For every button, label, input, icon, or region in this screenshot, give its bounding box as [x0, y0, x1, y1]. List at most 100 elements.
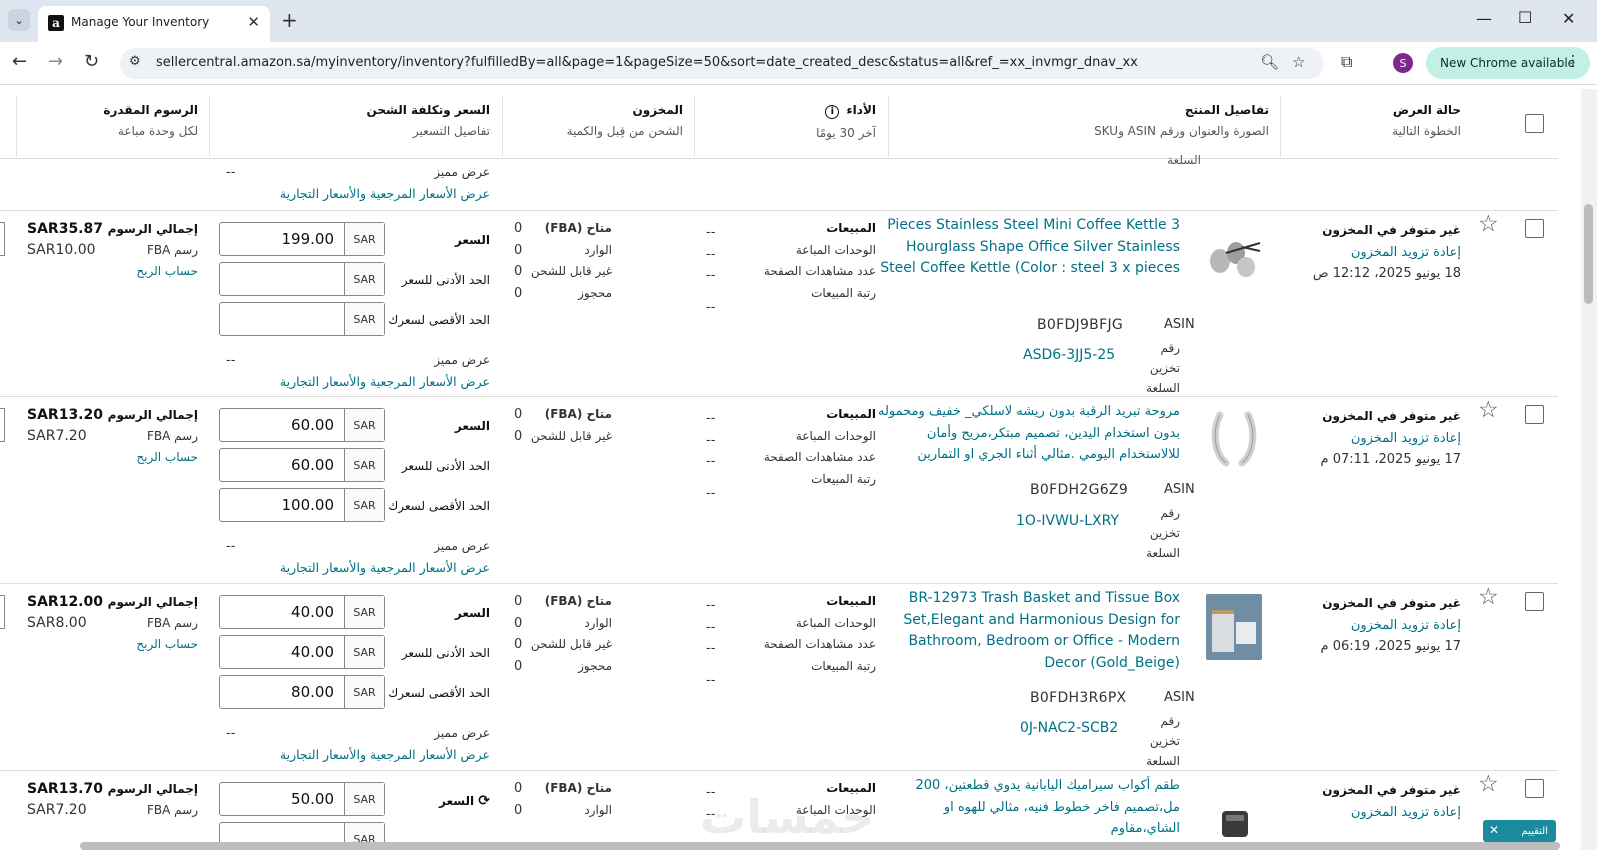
row-checkbox[interactable] [1525, 592, 1544, 611]
tab-title: Manage Your Inventory [71, 15, 210, 29]
refresh-icon[interactable]: ⟳ [478, 793, 490, 809]
product-title-link[interactable]: طقم أكواب سيراميك اليابانية يدوي قطعتين،… [875, 775, 1180, 840]
profit-calculator-link[interactable]: حساب الربح [108, 634, 198, 655]
extensions-puzzle-icon[interactable]: ⧉ [1341, 52, 1352, 72]
created-date: 17 يونيو 2025، 06:19 م [1320, 639, 1461, 654]
back-arrow-icon[interactable]: ← [12, 51, 27, 72]
featured-offer-value: -- [226, 726, 236, 741]
price-label: السعر [454, 233, 490, 247]
product-title-link[interactable]: مروحة تبريد الرقبة بدون ريشه لاسلكي_ خفي… [875, 401, 1180, 466]
row-checkbox[interactable] [1525, 219, 1544, 238]
tab-close-icon[interactable]: ✕ [247, 13, 260, 31]
header-price[interactable]: السعر وتكلفة الشحن تفاصيل التسعير [367, 103, 490, 138]
price-input[interactable]: 60.00 SAR [219, 408, 385, 442]
minimize-icon[interactable]: — [1476, 9, 1492, 28]
min-price-label: الحد الأدنى للسعر [401, 646, 490, 660]
more-menu-icon[interactable]: ⋮ [1566, 53, 1580, 69]
max-price-input[interactable]: 80.00 SAR [219, 675, 385, 709]
profit-calculator-link[interactable]: حساب الربح [108, 261, 198, 282]
featured-offer-value: -- [226, 165, 236, 180]
price-input[interactable]: 50.00 SAR [219, 782, 385, 816]
reload-icon[interactable]: ↻ [84, 51, 99, 72]
product-thumbnail[interactable] [1206, 594, 1262, 660]
inventory-values: 0000 [514, 594, 523, 674]
max-price-input[interactable]: 100.00 SAR [219, 488, 385, 522]
feedback-button[interactable]: ✕ التقييم [1483, 820, 1556, 842]
header-divider [888, 95, 889, 157]
product-thumbnail[interactable] [1206, 221, 1262, 287]
product-title-link[interactable]: 3 Pieces Stainless Steel Mini Coffee Ket… [875, 215, 1180, 280]
favorite-star-icon[interactable]: ☆ [1478, 399, 1499, 422]
header-fees[interactable]: الرسوم المقدرة لكل وحدة مباعة [103, 103, 198, 138]
min-price-label: الحد الأدنى للسعر [401, 459, 490, 473]
restock-link[interactable]: إعادة تزويد المخزون [1313, 242, 1461, 264]
header-divider [16, 95, 17, 157]
site-info-icon[interactable]: ⚙ [129, 54, 141, 69]
header-status[interactable]: حالة العرض الخطوة التالية [1392, 103, 1461, 138]
address-bar[interactable]: ⚙ sellercentral.amazon.sa/myinventory/in… [120, 48, 1324, 79]
browser-tab[interactable]: a Manage Your Inventory ✕ [38, 6, 270, 42]
row-checkbox[interactable] [1525, 405, 1544, 424]
status-cell: غير متوفر في المخزون إعادة تزويد المخزون [1322, 780, 1461, 823]
window-close-icon[interactable]: ✕ [1562, 9, 1575, 28]
price-input[interactable]: 199.00 SAR [219, 222, 385, 256]
close-icon[interactable]: ✕ [1489, 823, 1499, 837]
performance-labels: المبيعات الوحدات المباعة عدد مشاهدات الص… [763, 221, 876, 300]
featured-offer-label: عرض مميز [434, 165, 490, 179]
header-divider [1280, 95, 1281, 157]
browser-toolbar: ← → ↻ ⚙ sellercentral.amazon.sa/myinvent… [0, 42, 1597, 85]
inventory-table-header: حالة العرض الخطوة التالية تفاصيل المنتج … [0, 89, 1558, 159]
browser-tab-strip: ⌄ a Manage Your Inventory ✕ + — ☐ ✕ [0, 0, 1597, 42]
reference-prices-link[interactable]: عرض الأسعار المرجعية والأسعار التجارية [280, 560, 490, 575]
performance-labels: المبيعات الوحدات المباعة عدد مشاهدات الص… [763, 594, 876, 673]
chrome-update-button[interactable]: New Chrome available ⋮ [1426, 47, 1590, 79]
featured-offer-value: -- [226, 353, 236, 368]
product-thumbnail[interactable] [1206, 801, 1262, 841]
scrollbar-thumb[interactable] [1584, 204, 1593, 304]
header-product-details[interactable]: تفاصيل المنتج الصورة والعنوان ورقم ASIN … [1094, 103, 1269, 138]
restock-link[interactable]: إعادة تزويد المخزون [1322, 802, 1461, 824]
min-price-input[interactable]: 40.00 SAR [219, 635, 385, 669]
price-label: السعر ⟳ [439, 793, 490, 809]
product-thumbnail[interactable] [1206, 407, 1262, 473]
favorite-star-icon[interactable]: ☆ [1478, 773, 1499, 796]
offscreen-input-edge [0, 595, 5, 629]
restock-link[interactable]: إعادة تزويد المخزون [1321, 615, 1461, 637]
row-checkbox[interactable] [1525, 779, 1544, 798]
offscreen-input-edge [0, 222, 5, 256]
min-price-label: الحد الأدنى للسعر [401, 273, 490, 287]
new-tab-plus-icon[interactable]: + [281, 8, 298, 32]
zoom-icon[interactable]: 🔍︎ [1260, 53, 1279, 71]
product-title-link[interactable]: BR-12973 Trash Basket and Tissue Box Set… [875, 588, 1180, 674]
vertical-scrollbar[interactable] [1581, 89, 1597, 850]
favorite-star-icon[interactable]: ☆ [1478, 586, 1499, 609]
restock-link[interactable]: إعادة تزويد المخزون [1321, 428, 1461, 450]
min-price-input[interactable]: 60.00 SAR [219, 448, 385, 482]
favorite-star-icon[interactable]: ☆ [1478, 213, 1499, 236]
tab-search-chevron-icon[interactable]: ⌄ [8, 9, 30, 31]
profit-calculator-link[interactable]: حساب الربح [108, 447, 198, 468]
reference-prices-link[interactable]: عرض الأسعار المرجعية والأسعار التجارية [280, 186, 490, 201]
header-inventory[interactable]: المخزون الشحن من قِبل والكمية [567, 103, 683, 138]
price-label: السعر [454, 606, 490, 620]
select-all-checkbox[interactable] [1525, 114, 1544, 133]
maximize-icon[interactable]: ☐ [1518, 8, 1532, 27]
url-text[interactable]: sellercentral.amazon.sa/myinventory/inve… [156, 55, 1138, 70]
reference-prices-link[interactable]: عرض الأسعار المرجعية والأسعار التجارية [280, 747, 490, 762]
profile-avatar[interactable]: S [1393, 53, 1413, 73]
bookmark-star-icon[interactable]: ☆ [1292, 53, 1305, 71]
price-input[interactable]: 40.00 SAR [219, 595, 385, 629]
max-price-input[interactable]: SAR [219, 302, 385, 336]
created-date: 18 يونيو 2025، 12:12 ص [1312, 266, 1461, 281]
min-price-input[interactable]: SAR [219, 262, 385, 296]
info-icon[interactable]: i [825, 104, 840, 119]
forward-arrow-icon[interactable]: → [48, 51, 63, 72]
reference-prices-link[interactable]: عرض الأسعار المرجعية والأسعار التجارية [280, 374, 490, 389]
sku-label-tail: السلعة [1167, 153, 1201, 167]
sku-value[interactable]: ASD6-3JJ5-25 [1023, 347, 1115, 363]
sku-value[interactable]: 0J-NAC2-SCB2 [1020, 720, 1118, 736]
fee-labels: إجمالي الرسوم رسم FBA حساب الربح [108, 219, 198, 282]
header-performance[interactable]: الأداء i آخر 30 يومًا [816, 103, 876, 140]
asin-label: ASIN [1164, 482, 1195, 497]
sku-value[interactable]: 1O-IVWU-LXRY [1016, 513, 1119, 529]
